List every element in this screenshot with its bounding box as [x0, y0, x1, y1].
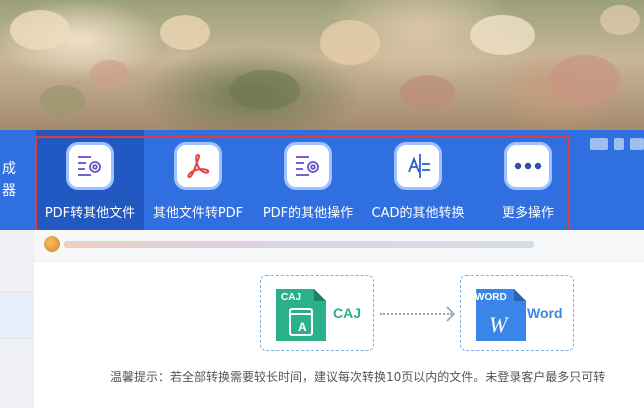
- target-tag: WORD: [475, 292, 507, 303]
- pdf-acrobat-icon: [174, 142, 222, 190]
- target-format-box[interactable]: WORD W Word: [460, 275, 574, 351]
- tool-more-ops[interactable]: 更多操作: [476, 130, 580, 230]
- tool-label: PDF转其他文件: [44, 206, 136, 221]
- gear-doc-icon: [284, 142, 332, 190]
- tool-pdf-other-ops[interactable]: PDF的其他操作: [254, 130, 362, 230]
- target-letter: W: [489, 312, 508, 337]
- source-letter: A: [298, 320, 307, 334]
- avatar: [44, 236, 60, 252]
- source-format-name: CAJ: [333, 305, 362, 321]
- more-dots-icon: [504, 142, 552, 190]
- gear-doc-icon: [66, 142, 114, 190]
- tool-label: 更多操作: [501, 206, 554, 221]
- sidebar-edge-text: 成器: [2, 161, 16, 199]
- arrow-head-icon: [446, 306, 456, 322]
- tool-other-to-pdf[interactable]: 其他文件转PDF: [146, 130, 250, 230]
- tool-pdf-to-other[interactable]: PDF转其他文件: [36, 130, 144, 230]
- tool-label: PDF的其他操作: [262, 206, 354, 221]
- tool-cad-convert[interactable]: CAD的其他转换: [364, 130, 472, 230]
- left-panel: [0, 230, 35, 408]
- blurred-notice-text: [64, 241, 534, 248]
- source-format-box[interactable]: CAJ A CAJ: [260, 275, 374, 351]
- tool-label: CAD的其他转换: [371, 206, 465, 221]
- arrow: [380, 313, 452, 315]
- cad-icon: [394, 142, 442, 190]
- tip-text: 温馨提示：若全部转换需要较长时间，建议每次转换10页以内的文件。未登录客户最多只…: [110, 370, 606, 384]
- source-tag: CAJ: [281, 292, 302, 303]
- blurred-user-info: [590, 138, 644, 152]
- banner-image: [0, 0, 644, 130]
- target-format-name: Word: [527, 305, 563, 321]
- tool-label: 其他文件转PDF: [152, 206, 244, 221]
- left-panel-selected-item[interactable]: [0, 294, 34, 338]
